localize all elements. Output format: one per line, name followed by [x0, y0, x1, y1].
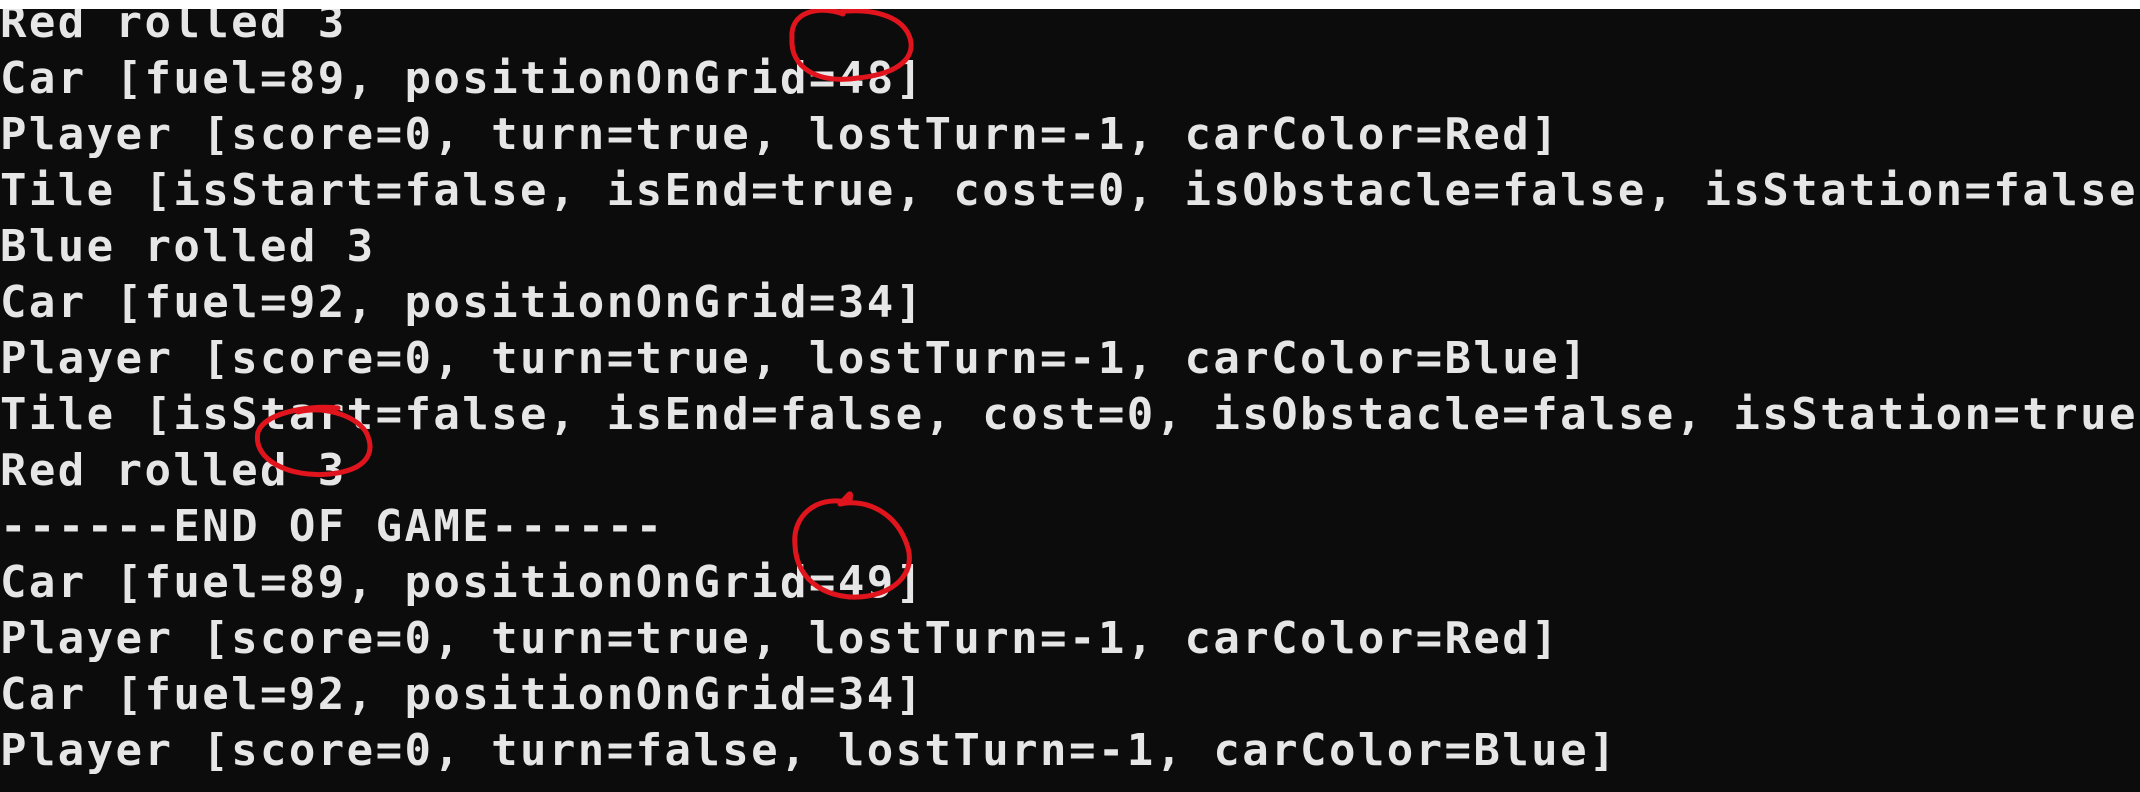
console-line: Car [fuel=89, positionOnGrid=49] — [0, 557, 925, 608]
console-line: Tile [isStart=false, isEnd=true, cost=0,… — [0, 165, 2140, 216]
console-output: Red rolled 3 Car [fuel=89, positionOnGri… — [0, 0, 2140, 779]
console-line: Player [score=0, turn=true, lostTurn=-1,… — [0, 613, 1561, 664]
window-top-edge — [0, 0, 2140, 9]
console-line: Player [score=0, turn=true, lostTurn=-1,… — [0, 109, 1561, 160]
console-line: Car [fuel=89, positionOnGrid=48] — [0, 53, 925, 104]
console-line: Player [score=0, turn=false, lostTurn=-1… — [0, 725, 1618, 776]
console-window: Red rolled 3 Car [fuel=89, positionOnGri… — [0, 0, 2140, 792]
console-line: Tile [isStart=false, isEnd=false, cost=0… — [0, 389, 2140, 440]
console-line: Blue rolled 3 — [0, 221, 376, 272]
console-line: Red rolled 3 — [0, 445, 347, 496]
console-line: Car [fuel=92, positionOnGrid=34] — [0, 277, 925, 328]
console-line: Car [fuel=92, positionOnGrid=34] — [0, 669, 925, 720]
console-line: ------END OF GAME------ — [0, 501, 665, 552]
console-line: Player [score=0, turn=true, lostTurn=-1,… — [0, 333, 1589, 384]
